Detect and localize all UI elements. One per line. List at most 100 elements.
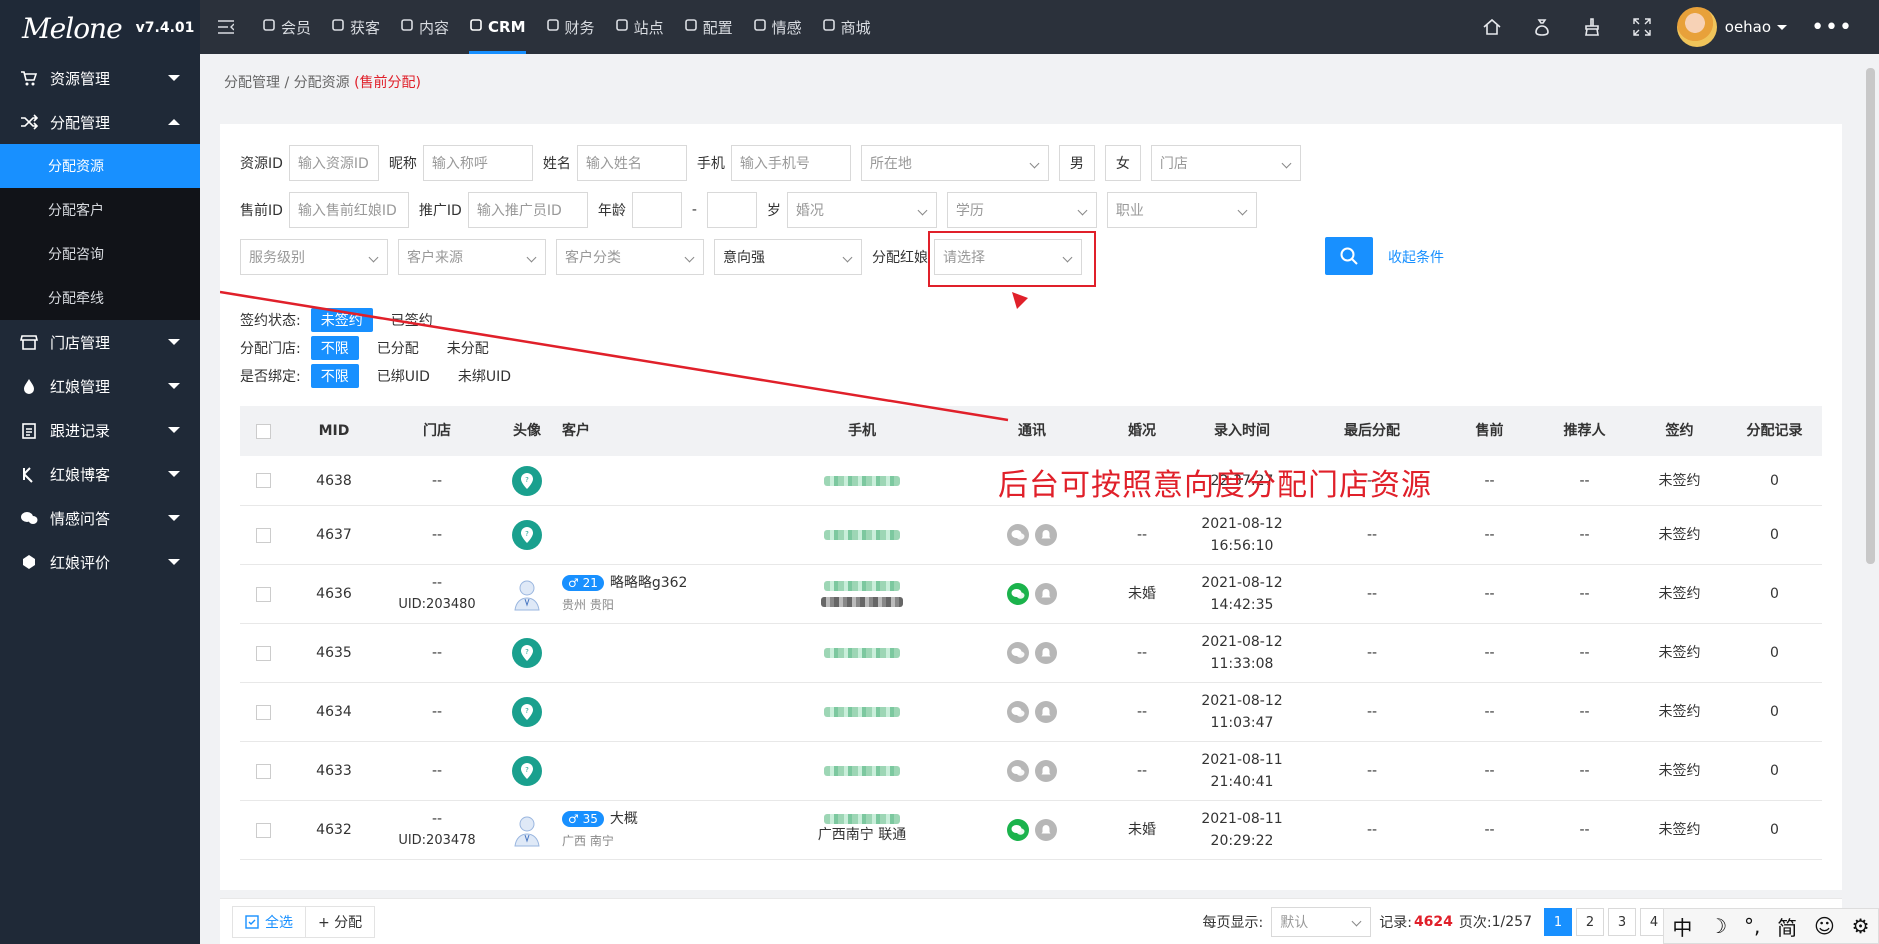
home-icon[interactable] [1467, 0, 1517, 54]
customer-name[interactable]: 略略略g362 [610, 572, 688, 594]
sidebar-item-0[interactable]: 资源管理 [0, 56, 200, 100]
user-avatar[interactable] [1676, 7, 1717, 47]
more-icon[interactable]: ••• [1811, 15, 1853, 40]
table-row[interactable]: 4636 -- UID:203480 ♂ 21 略略略g362 贵州 贵阳 未婚 2021-0… [240, 565, 1822, 624]
wechat-icon[interactable] [1007, 583, 1029, 605]
table-row[interactable]: 4632 -- UID:203478 ♂ 35 大概 广西 南宁 广西南宁 联通 未婚 2021… [240, 801, 1822, 860]
chevron-down-icon[interactable] [1777, 24, 1788, 30]
bell-icon[interactable] [1035, 819, 1057, 841]
bell-icon[interactable] [1035, 760, 1057, 782]
status-filter-option[interactable]: 不限 [310, 364, 359, 388]
wechat-icon[interactable] [1007, 760, 1029, 782]
nav-tab-4[interactable]: 财务 [536, 0, 605, 54]
customer-category-select[interactable]: 客户分类 [556, 239, 704, 275]
age-max-input[interactable] [706, 192, 757, 228]
bell-icon[interactable] [1035, 701, 1057, 723]
user-name[interactable]: oehao [1725, 18, 1771, 36]
presale-id-input[interactable]: 输入售前红娘ID [288, 192, 409, 228]
nav-tab-0[interactable]: 会员 [252, 0, 321, 54]
intent-select[interactable]: 意向强 [714, 239, 862, 275]
bell-icon[interactable] [1035, 524, 1057, 546]
status-filter-option[interactable]: 不限 [310, 336, 359, 360]
sidebar-item-1[interactable]: 分配管理 [0, 100, 200, 144]
ime-button[interactable]: 简 [1777, 912, 1797, 941]
sidebar-item-5[interactable]: 红娘博客 [0, 452, 200, 496]
ime-button[interactable]: ⚙ [1852, 914, 1870, 938]
sidebar-item-4[interactable]: 跟进记录 [0, 408, 200, 452]
occupation-select[interactable]: 职业 [1106, 192, 1257, 228]
sidebar-item-3[interactable]: 红娘管理 [0, 364, 200, 408]
scrollbar[interactable] [1866, 68, 1875, 564]
store-select[interactable]: 门店 [1150, 145, 1301, 181]
ime-button[interactable]: 中 [1672, 912, 1692, 941]
status-filter-option[interactable]: 已分配 [367, 336, 429, 360]
bell-icon[interactable] [1035, 583, 1057, 605]
distribute-button[interactable]: + 分配 [305, 905, 376, 938]
service-level-select[interactable]: 服务级别 [240, 239, 388, 275]
row-checkbox[interactable] [255, 645, 271, 661]
phone-input[interactable]: 输入手机号 [730, 145, 851, 181]
location-select[interactable]: 所在地 [860, 145, 1049, 181]
nav-tab-2[interactable]: 内容 [390, 0, 459, 54]
nav-tab-7[interactable]: 情感 [743, 0, 812, 54]
marriage-select[interactable]: 婚况 [786, 192, 937, 228]
brush-icon[interactable] [1567, 0, 1617, 54]
table-row[interactable]: 4634 --? -- 2021-08-12 11:03:47 -- -- -- 未签约 0 [240, 683, 1822, 742]
status-filter-option[interactable]: 未分配 [437, 336, 499, 360]
status-filter-option[interactable]: 未签约 [310, 308, 373, 332]
header-checkbox[interactable] [255, 423, 271, 439]
per-page-select[interactable]: 默认 [1271, 907, 1372, 937]
submenu-item-1[interactable]: 分配客户 [0, 188, 200, 232]
breadcrumb-part1[interactable]: 分配管理 [224, 75, 280, 91]
status-filter-option[interactable]: 已签约 [381, 308, 443, 332]
wechat-icon[interactable] [1007, 819, 1029, 841]
page-3-button[interactable]: 3 [1608, 908, 1636, 936]
bell-icon[interactable] [1035, 642, 1057, 664]
submenu-item-2[interactable]: 分配咨询 [0, 232, 200, 276]
page-2-button[interactable]: 2 [1576, 908, 1604, 936]
education-select[interactable]: 学历 [946, 192, 1097, 228]
nav-tab-6[interactable]: 配置 [674, 0, 743, 54]
breadcrumb-part2[interactable]: 分配资源 [294, 75, 350, 91]
menu-toggle-icon[interactable] [200, 20, 252, 34]
collapse-filters-link[interactable]: 收起条件 [1388, 247, 1444, 267]
sidebar-item-6[interactable]: 情感问答 [0, 496, 200, 540]
sidebar-item-7[interactable]: 红娘评价 [0, 540, 200, 584]
page-1-button[interactable]: 1 [1544, 908, 1572, 936]
brand-logo[interactable]: Melone [22, 12, 123, 45]
table-row[interactable]: 4633 --? -- 2021-08-11 21:40:41 -- -- -- 未签约 0 [240, 742, 1822, 801]
row-checkbox[interactable] [255, 473, 271, 488]
name-input[interactable]: 输入姓名 [576, 145, 687, 181]
status-filter-option[interactable]: 已绑UID [367, 364, 440, 388]
wechat-icon[interactable] [1007, 524, 1029, 546]
row-checkbox[interactable] [255, 763, 271, 779]
fullscreen-icon[interactable] [1617, 0, 1667, 54]
wechat-icon[interactable] [1007, 642, 1029, 664]
sidebar-item-2[interactable]: 门店管理 [0, 320, 200, 364]
nav-tab-3[interactable]: CRM [459, 0, 536, 54]
customer-source-select[interactable]: 客户来源 [398, 239, 546, 275]
nav-tab-5[interactable]: 站点 [605, 0, 674, 54]
select-all-button[interactable]: 全选 [232, 905, 305, 938]
ime-button[interactable]: ☽ [1709, 914, 1727, 938]
row-checkbox[interactable] [255, 704, 271, 720]
promoter-id-input[interactable]: 输入推广员ID [467, 192, 588, 228]
search-button[interactable] [1325, 237, 1373, 275]
nav-tab-1[interactable]: 获客 [321, 0, 390, 54]
female-button[interactable]: 女 [1104, 145, 1141, 181]
row-checkbox[interactable] [255, 586, 271, 602]
wechat-icon[interactable] [1007, 701, 1029, 723]
ime-button[interactable]: ☺ [1814, 914, 1835, 938]
table-row[interactable]: 4635 --? -- 2021-08-12 11:33:08 -- -- -- 未签约 0 [240, 624, 1822, 683]
row-checkbox[interactable] [255, 527, 271, 543]
male-button[interactable]: 男 [1058, 145, 1095, 181]
customer-name[interactable]: 大概 [610, 808, 638, 830]
row-checkbox[interactable] [255, 822, 271, 838]
resource-id-input[interactable]: 输入资源ID [288, 145, 379, 181]
nickname-input[interactable]: 输入称呼 [422, 145, 533, 181]
submenu-item-3[interactable]: 分配牵线 [0, 276, 200, 320]
table-row[interactable]: 4637 --? -- 2021-08-12 16:56:10 -- -- -- 未签约 0 [240, 506, 1822, 565]
age-min-input[interactable] [631, 192, 682, 228]
submenu-item-0[interactable]: 分配资源 [0, 144, 200, 188]
status-filter-option[interactable]: 未绑UID [448, 364, 521, 388]
